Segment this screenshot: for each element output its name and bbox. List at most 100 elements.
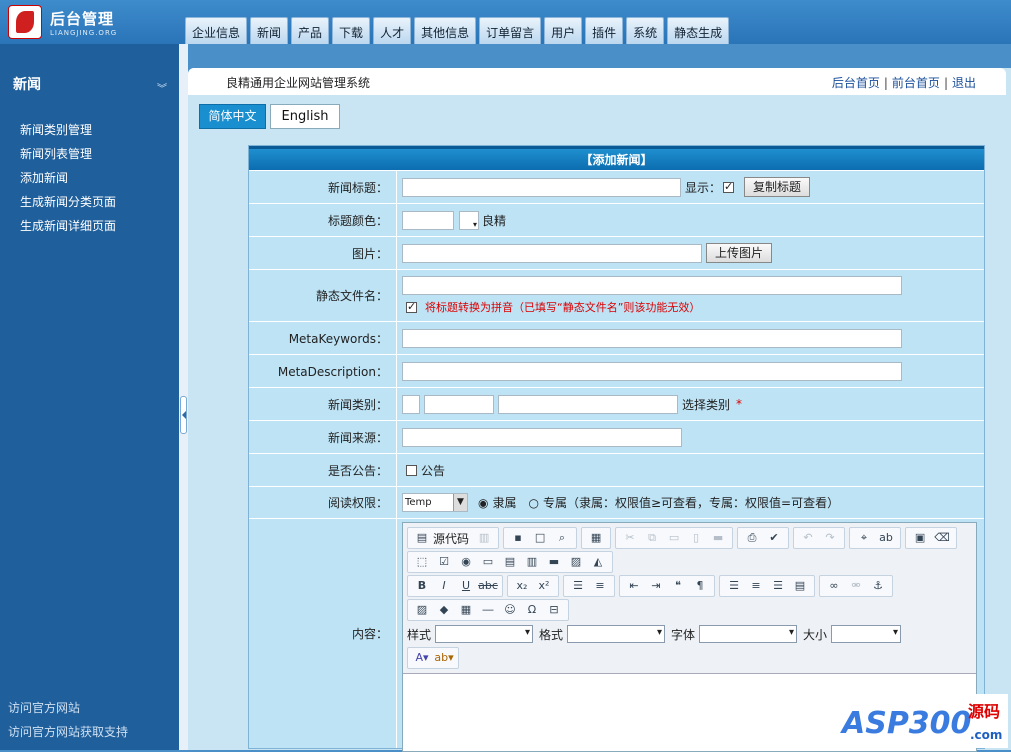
source-button[interactable]: 源代码 (433, 530, 469, 547)
textfield-icon[interactable]: ▭ (477, 553, 499, 571)
paste-text-icon[interactable]: ▭ (663, 529, 685, 547)
outdent-icon[interactable]: ⇤ (623, 577, 645, 595)
official-site-link[interactable]: 访问官方网站 (8, 699, 128, 723)
flash-icon[interactable]: ◆ (433, 601, 455, 619)
text-color-icon[interactable]: A▾ (411, 649, 433, 667)
numbered-list-icon[interactable]: ☰ (567, 577, 589, 595)
anchor-icon[interactable]: ⚓ (867, 577, 889, 595)
smiley-icon[interactable]: ☺ (499, 601, 521, 619)
form-icon[interactable]: ⬚ (411, 553, 433, 571)
notice-checkbox[interactable] (406, 464, 417, 476)
upload-image-button[interactable]: 上传图片 (706, 243, 773, 263)
eraser-icon[interactable]: ⌫ (931, 529, 953, 547)
horizontal-rule-icon[interactable]: ― (477, 601, 499, 619)
hidden-field-icon[interactable]: ◭ (587, 553, 609, 571)
nav-tab-users[interactable]: 用户 (544, 17, 583, 44)
redo-icon[interactable]: ↷ (819, 529, 841, 547)
pinyin-checkbox[interactable] (406, 300, 417, 313)
superscript-icon[interactable]: x² (533, 577, 555, 595)
spellcheck-icon[interactable]: ✔ (763, 529, 785, 547)
nav-tab-company[interactable]: 企业信息 (185, 17, 248, 44)
image-icon[interactable]: ▨ (411, 601, 433, 619)
size-select[interactable] (831, 625, 902, 643)
blockquote-icon[interactable]: ❝ (667, 577, 689, 595)
chevron-down-icon[interactable]: ︾ (157, 80, 167, 95)
image-input[interactable] (402, 243, 702, 263)
collapse-handle[interactable] (180, 396, 187, 434)
static-filename-input[interactable] (402, 276, 902, 295)
source-input[interactable] (402, 427, 682, 447)
align-right-icon[interactable]: ☰ (767, 577, 789, 595)
show-checkbox[interactable] (723, 180, 735, 193)
checkbox-icon[interactable]: ☑ (433, 553, 455, 571)
replace-icon[interactable]: ab (875, 529, 897, 547)
style-select[interactable] (435, 625, 534, 643)
preview-icon[interactable]: ⌕ (551, 529, 573, 547)
radio-belong-icon[interactable]: ◉ (478, 496, 488, 510)
save-icon[interactable]: ▪ (507, 529, 529, 547)
paste-icon[interactable]: ▥ (473, 529, 495, 547)
bg-color-icon[interactable]: ab▾ (433, 649, 455, 667)
image-button-icon[interactable]: ▨ (565, 553, 587, 571)
unlink-icon[interactable]: ⚮ (845, 577, 867, 595)
admin-home-link[interactable]: 后台首页 (832, 76, 880, 90)
font-select[interactable] (699, 625, 798, 643)
nav-tab-news[interactable]: 新闻 (250, 17, 289, 44)
site-home-link[interactable]: 前台首页 (892, 76, 940, 90)
category-code-input[interactable] (424, 394, 494, 414)
print-icon[interactable]: ⎙ (741, 529, 763, 547)
link-icon[interactable]: ∞ (823, 577, 845, 595)
copy-title-button[interactable]: 复制标题 (744, 177, 811, 197)
sidebar-item-list[interactable]: 新闻列表管理 (20, 146, 116, 170)
nav-tab-talent[interactable]: 人才 (373, 17, 412, 44)
align-center-icon[interactable]: ≡ (745, 577, 767, 595)
radio-icon[interactable]: ◉ (455, 553, 477, 571)
nav-tab-static[interactable]: 静态生成 (667, 17, 730, 44)
choose-category-link[interactable]: 选择类别 (682, 396, 730, 413)
tab-chinese[interactable]: 简体中文 (199, 104, 266, 129)
special-char-icon[interactable]: Ω (521, 601, 543, 619)
nav-tab-system[interactable]: 系统 (626, 17, 665, 44)
meta-description-input[interactable] (402, 361, 902, 381)
nav-tab-products[interactable]: 产品 (291, 17, 330, 44)
permission-select[interactable]: Temp ▼ (402, 493, 468, 512)
nav-tab-orders[interactable]: 订单留言 (479, 17, 542, 44)
undo-icon[interactable]: ↶ (797, 529, 819, 547)
align-left-icon[interactable]: ☰ (723, 577, 745, 595)
sidebar-item-gen-category[interactable]: 生成新闻分类页面 (20, 194, 116, 218)
div-icon[interactable]: ¶ (689, 577, 711, 595)
cut-icon[interactable]: ✂ (619, 529, 641, 547)
tab-english[interactable]: English (270, 104, 340, 129)
bold-icon[interactable]: B (411, 577, 433, 595)
color-input[interactable] (402, 210, 454, 230)
nav-tab-downloads[interactable]: 下载 (332, 17, 371, 44)
new-page-icon[interactable]: □ (529, 529, 551, 547)
templates-icon[interactable]: ▦ (585, 529, 607, 547)
find-icon[interactable]: ⌖ (853, 529, 875, 547)
sidebar-item-gen-detail[interactable]: 生成新闻详细页面 (20, 218, 116, 242)
format-select[interactable] (567, 625, 666, 643)
justify-icon[interactable]: ▤ (789, 577, 811, 595)
indent-icon[interactable]: ⇥ (645, 577, 667, 595)
category-id-input[interactable] (402, 394, 420, 414)
copy-icon[interactable]: ⧉ (641, 529, 663, 547)
meta-keywords-input[interactable] (402, 328, 902, 348)
paste-plain-icon[interactable]: ▬ (707, 529, 729, 547)
page-break-icon[interactable]: ⊟ (543, 601, 565, 619)
logout-link[interactable]: 退出 (952, 76, 976, 90)
sidebar-item-category[interactable]: 新闻类别管理 (20, 122, 116, 146)
radio-exclusive-icon[interactable]: ○ (529, 496, 539, 510)
nav-tab-plugins[interactable]: 插件 (585, 17, 624, 44)
category-name-input[interactable] (498, 394, 678, 414)
bullet-list-icon[interactable]: ≡ (589, 577, 611, 595)
subscript-icon[interactable]: x₂ (511, 577, 533, 595)
sidebar-item-add[interactable]: 添加新闻 (20, 170, 116, 194)
select-all-icon[interactable]: ▣ (909, 529, 931, 547)
color-picker-icon[interactable]: ▾ (459, 210, 479, 230)
textarea-icon[interactable]: ▤ (499, 553, 521, 571)
paste-word-icon[interactable]: ▯ (685, 529, 707, 547)
nav-tab-other[interactable]: 其他信息 (414, 17, 477, 44)
title-input[interactable] (402, 177, 681, 197)
italic-icon[interactable]: I (433, 577, 455, 595)
select-icon[interactable]: ▥ (521, 553, 543, 571)
